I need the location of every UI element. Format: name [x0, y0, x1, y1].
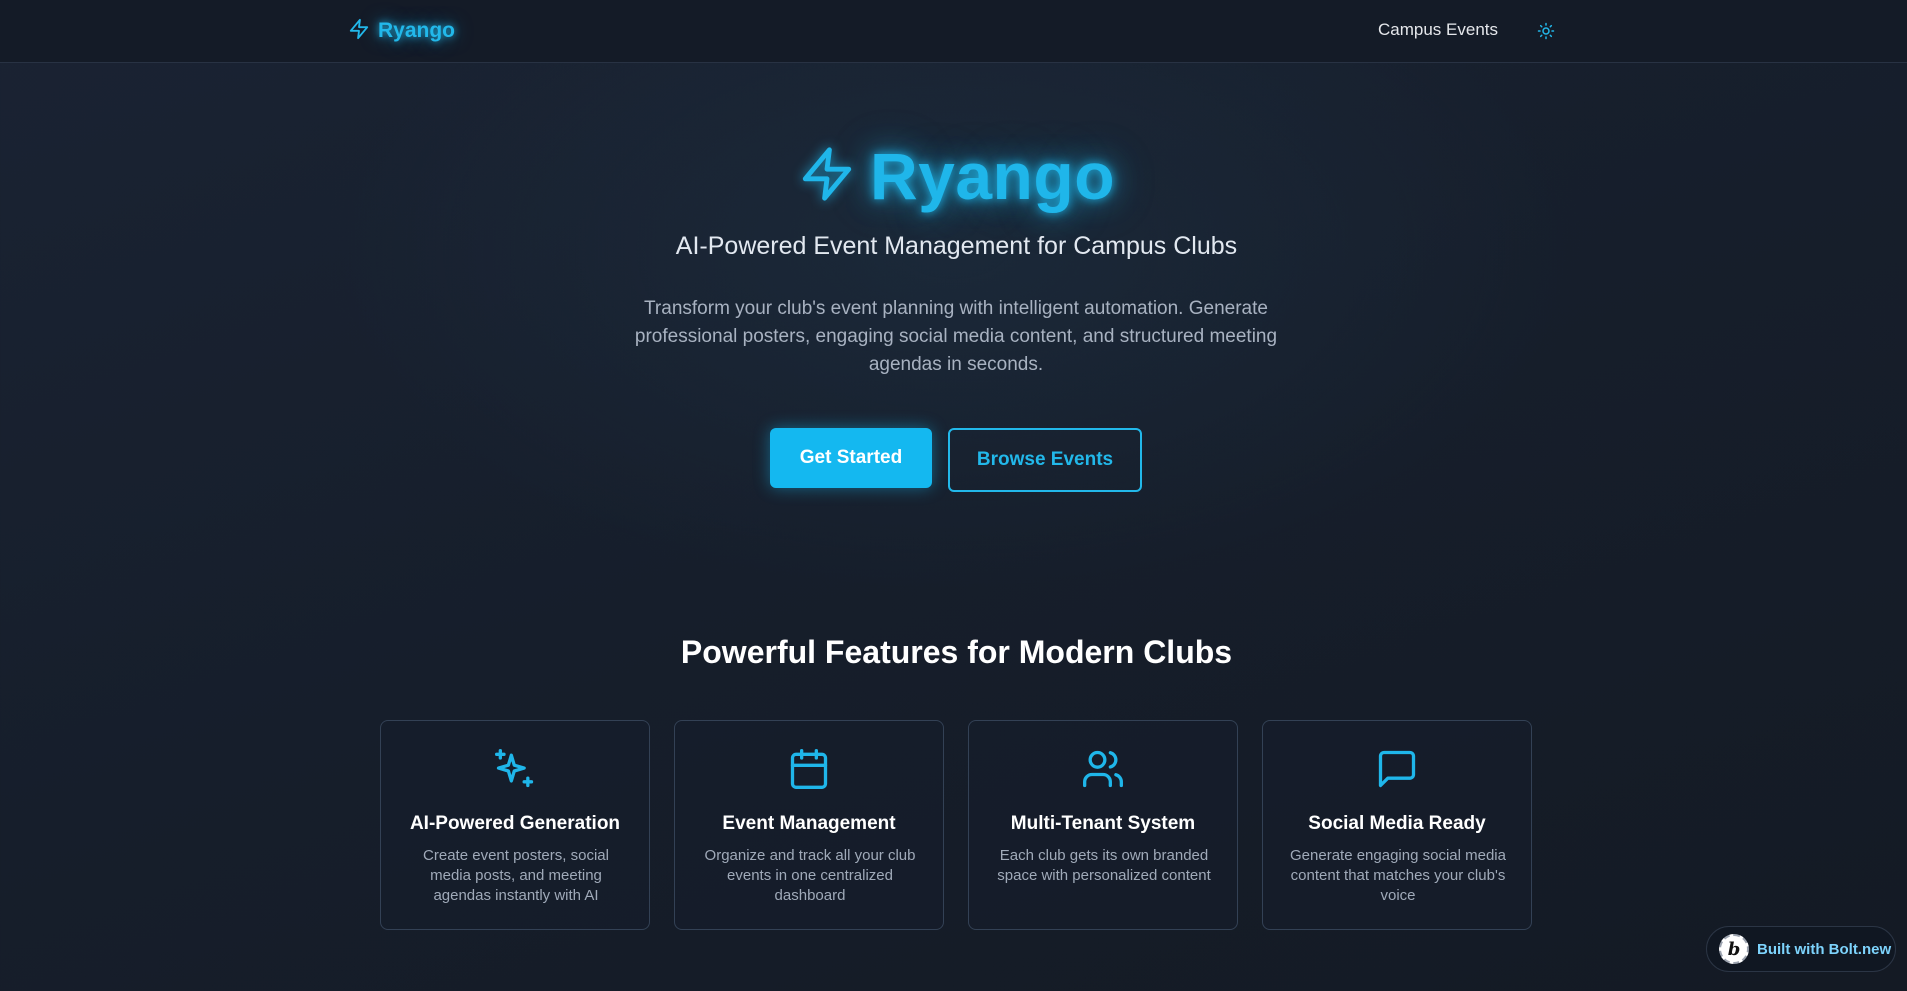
- brand-logo-link[interactable]: Ryango: [348, 16, 455, 46]
- bolt-badge-text: Built with Bolt.new: [1757, 940, 1892, 958]
- feature-title: Social Media Ready: [1308, 813, 1486, 834]
- feature-card-multi-tenant: Multi-Tenant System Each club gets its o…: [968, 720, 1238, 930]
- users-icon: [969, 747, 1237, 791]
- zap-icon: [348, 17, 370, 46]
- feature-title: Multi-Tenant System: [1010, 813, 1196, 834]
- browse-events-button[interactable]: Browse Events: [948, 428, 1142, 492]
- feature-description: Create event posters, social media posts…: [423, 847, 609, 904]
- feature-title: AI-Powered Generation: [409, 813, 621, 834]
- navbar: Ryango Campus Events: [0, 0, 1907, 63]
- get-started-button[interactable]: Get Started: [770, 428, 932, 488]
- hero-description: Transform your club's event planning wit…: [634, 298, 1278, 375]
- bolt-logo-icon: b: [1719, 934, 1749, 964]
- feature-description: Each club gets its own branded space wit…: [997, 847, 1211, 884]
- feature-description: Organize and track all your club events …: [704, 847, 916, 904]
- feature-card-ai-generation: AI-Powered Generation Create event poste…: [380, 720, 650, 930]
- message-square-icon: [1263, 747, 1531, 791]
- features-heading: Powerful Features for Modern Clubs: [680, 634, 1233, 670]
- sun-icon: [1537, 22, 1555, 43]
- feature-card-event-management: Event Management Organize and track all …: [674, 720, 944, 930]
- feature-card-social-media: Social Media Ready Generate engaging soc…: [1262, 720, 1532, 930]
- zap-icon: [798, 143, 856, 210]
- theme-toggle-button[interactable]: [1533, 19, 1559, 45]
- brand-name: Ryango: [378, 19, 456, 42]
- nav-link-campus-events[interactable]: Campus Events: [1378, 20, 1498, 40]
- calendar-icon: [675, 747, 943, 791]
- sparkles-icon: [381, 747, 649, 791]
- feature-description: Generate engaging social media content t…: [1290, 847, 1506, 904]
- hero-subtitle: AI-Powered Event Management for Campus C…: [675, 232, 1238, 260]
- built-with-bolt-badge[interactable]: b Built with Bolt.new: [1706, 926, 1896, 972]
- hero-title-text: Ryango: [869, 139, 1116, 213]
- feature-title: Event Management: [722, 813, 896, 834]
- hero-title: Ryango: [0, 138, 1907, 214]
